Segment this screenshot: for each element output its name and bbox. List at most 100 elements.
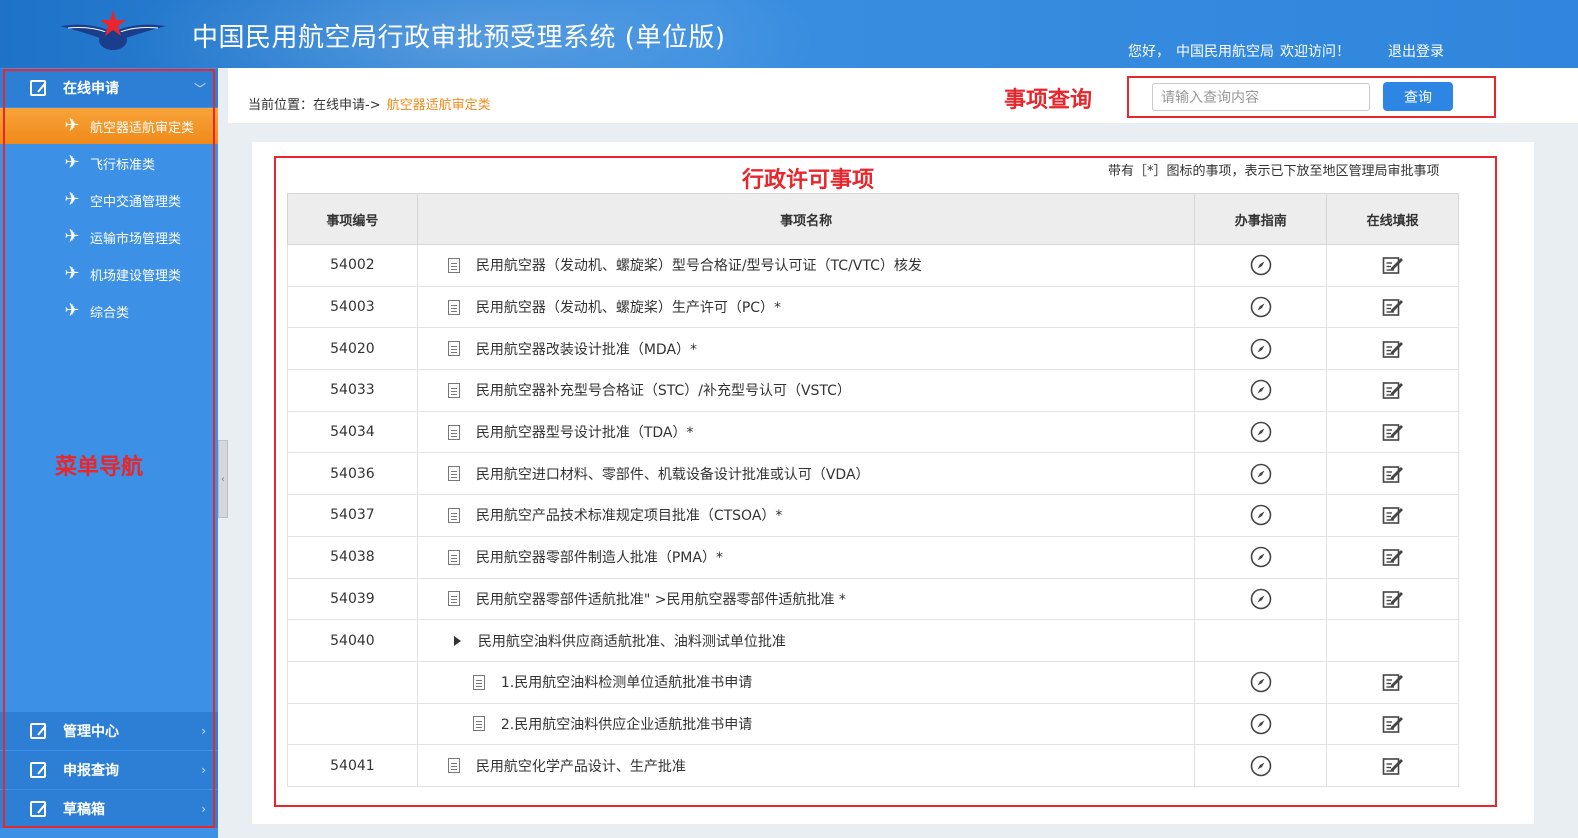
menu-report-query[interactable]: 申报查询 › [0,751,218,789]
airplane-icon: ✈ [64,226,80,247]
sidebar-item-flight-standards[interactable]: ✈ 飞行标准类 [0,145,218,181]
menu-navigation-annotation: 菜单导航 [55,455,144,480]
edit-form-icon[interactable] [1381,503,1405,527]
edit-form-icon[interactable] [1381,420,1405,444]
table-row: 54039 民用航空器零部件适航批准" >民用航空器零部件适航批准 * [287,577,1459,621]
document-icon [447,549,460,565]
edit-form-icon[interactable] [1381,253,1405,277]
item-name-cell[interactable]: 民用航空油料供应商适航批准、油料测试单位批准 [416,619,1196,662]
guide-cell [1194,660,1328,704]
item-name: 民用航空油料供应商适航批准、油料测试单位批准 [477,633,786,650]
table-row: 2.民用航空油料供应企业适航批准书申请 [287,702,1459,746]
edit-form-icon[interactable] [1381,378,1405,402]
compass-guide-icon[interactable] [1249,378,1273,402]
sidebar-collapse-handle[interactable]: ‹ [218,440,228,518]
edit-form-icon[interactable] [1381,670,1405,694]
edit-form-icon[interactable] [1381,712,1405,736]
edit-form-icon[interactable] [1381,545,1405,569]
table-title-annotation: 行政许可事项 [742,168,875,193]
menu-online-apply-label: 在线申请 [63,81,119,97]
compass-guide-icon[interactable] [1249,337,1273,361]
guide-cell [1194,244,1328,287]
guide-cell [1194,452,1328,496]
table-row: 54002 民用航空器（发动机、螺旋桨）型号合格证/型号认可证（TC/VTC）核发 [287,244,1459,287]
compass-guide-icon[interactable] [1249,754,1273,778]
item-name-cell: 民用航空器补充型号合格证（STC）/补充型号认可（VSTC） [416,369,1196,412]
item-name-cell: 民用航空产品技术标准规定项目批准（CTSOA）* [416,494,1196,537]
items-table: 事项编号 事项名称 办事指南 在线填报 54002 民用航空器（发动机、螺旋桨）型… [287,193,1459,787]
fill-cell [1326,535,1459,579]
item-code: 54040 [287,619,418,662]
edit-form-icon[interactable] [1381,295,1405,319]
compass-guide-icon[interactable] [1249,503,1273,527]
item-name: 民用航空进口材料、零部件、机载设备设计批准或认可（VDA） [475,466,870,483]
edit-form-icon[interactable] [1381,462,1405,486]
sidebar-item-label: 综合类 [90,305,130,321]
table-row: 54034 民用航空器型号设计批准（TDA）* [287,410,1459,454]
compass-guide-icon[interactable] [1249,712,1273,736]
fill-cell [1326,744,1459,787]
chevron-right-icon: › [201,802,206,816]
search-input[interactable] [1152,83,1370,111]
table-row: 1.民用航空油料检测单位适航批准书申请 [287,660,1459,704]
guide-cell [1194,494,1328,537]
fill-cell [1326,619,1459,662]
guide-cell [1194,744,1328,787]
menu-online-apply[interactable]: 在线申请 ﹀ [0,69,218,107]
table-row: 54003 民用航空器（发动机、螺旋桨）生产许可（PC）* [287,285,1459,329]
item-name: 民用航空器（发动机、螺旋桨）型号合格证/型号认可证（TC/VTC）核发 [475,258,922,275]
fill-cell [1326,494,1459,537]
sidebar-item-airworthiness[interactable]: ✈ 航空器适航审定类 [0,108,218,144]
edit-form-icon[interactable] [1381,754,1405,778]
sidebar-item-label: 机场建设管理类 [90,268,182,284]
edit-form-icon[interactable] [1381,337,1405,361]
compass-guide-icon[interactable] [1249,545,1273,569]
item-name: 民用航空器零部件制造人批准（PMA）* [475,550,723,567]
guide-cell [1194,535,1328,579]
fill-cell [1326,660,1459,704]
guide-cell [1194,702,1328,746]
compass-guide-icon[interactable] [1249,253,1273,277]
compass-guide-icon[interactable] [1249,587,1273,611]
item-code: 54036 [287,452,418,496]
sidebar-item-transport-market[interactable]: ✈ 运输市场管理类 [0,219,218,255]
column-header-code: 事项编号 [287,193,418,245]
item-name-cell: 2.民用航空油料供应企业适航批准书申请 [416,702,1196,746]
guide-cell [1194,369,1328,412]
table-row: 54038 民用航空器零部件制造人批准（PMA）* [287,535,1459,579]
item-name: 民用航空器（发动机、螺旋桨）生产许可（PC）* [475,300,782,317]
delegation-note: 带有［*］图标的事项，表示已下放至地区管理局审批事项 [1108,164,1440,179]
item-code: 54003 [287,285,418,329]
compass-guide-icon[interactable] [1249,670,1273,694]
fill-cell [1326,244,1459,287]
menu-drafts[interactable]: 草稿箱 › [0,790,218,828]
sidebar-item-airport-construction[interactable]: ✈ 机场建设管理类 [0,256,218,292]
chevron-right-icon: › [201,724,206,738]
document-icon [472,674,485,690]
sidebar: 在线申请 ﹀ ✈ 航空器适航审定类 ✈ 飞行标准类 ✈ 空中交通管理类 ✈ 运输… [0,68,218,838]
item-name-cell: 民用航空器（发动机、螺旋桨）生产许可（PC）* [416,285,1196,329]
logout-link[interactable]: 退出登录 [1388,41,1444,61]
fill-cell [1326,577,1459,621]
menu-management-center[interactable]: 管理中心 › [0,712,218,750]
column-header-name: 事项名称 [416,193,1196,245]
item-name-cell: 民用航空进口材料、零部件、机载设备设计批准或认可（VDA） [416,452,1196,496]
compass-guide-icon[interactable] [1249,462,1273,486]
document-icon [447,758,460,774]
document-icon [447,466,460,482]
item-name-cell: 民用航空器改装设计批准（MDA）* [416,327,1196,371]
compass-guide-icon[interactable] [1249,295,1273,319]
sidebar-item-air-traffic[interactable]: ✈ 空中交通管理类 [0,182,218,218]
guide-cell [1194,327,1328,371]
guide-cell [1194,577,1328,621]
menu-drafts-label: 草稿箱 [63,802,105,818]
search-button[interactable]: 查询 [1383,82,1453,111]
app-header: 中国民用航空局行政审批预受理系统 (单位版) 您好， 中国民用航空局 欢迎访问！ 退… [0,0,1578,68]
item-name-cell: 民用航空化学产品设计、生产批准 [416,744,1196,787]
menu-report-query-label: 申报查询 [63,763,119,779]
expand-triangle-icon[interactable] [453,635,461,646]
compass-guide-icon[interactable] [1249,420,1273,444]
sidebar-item-general[interactable]: ✈ 综合类 [0,293,218,329]
item-name: 2.民用航空油料供应企业适航批准书申请 [500,716,753,733]
edit-form-icon[interactable] [1381,587,1405,611]
